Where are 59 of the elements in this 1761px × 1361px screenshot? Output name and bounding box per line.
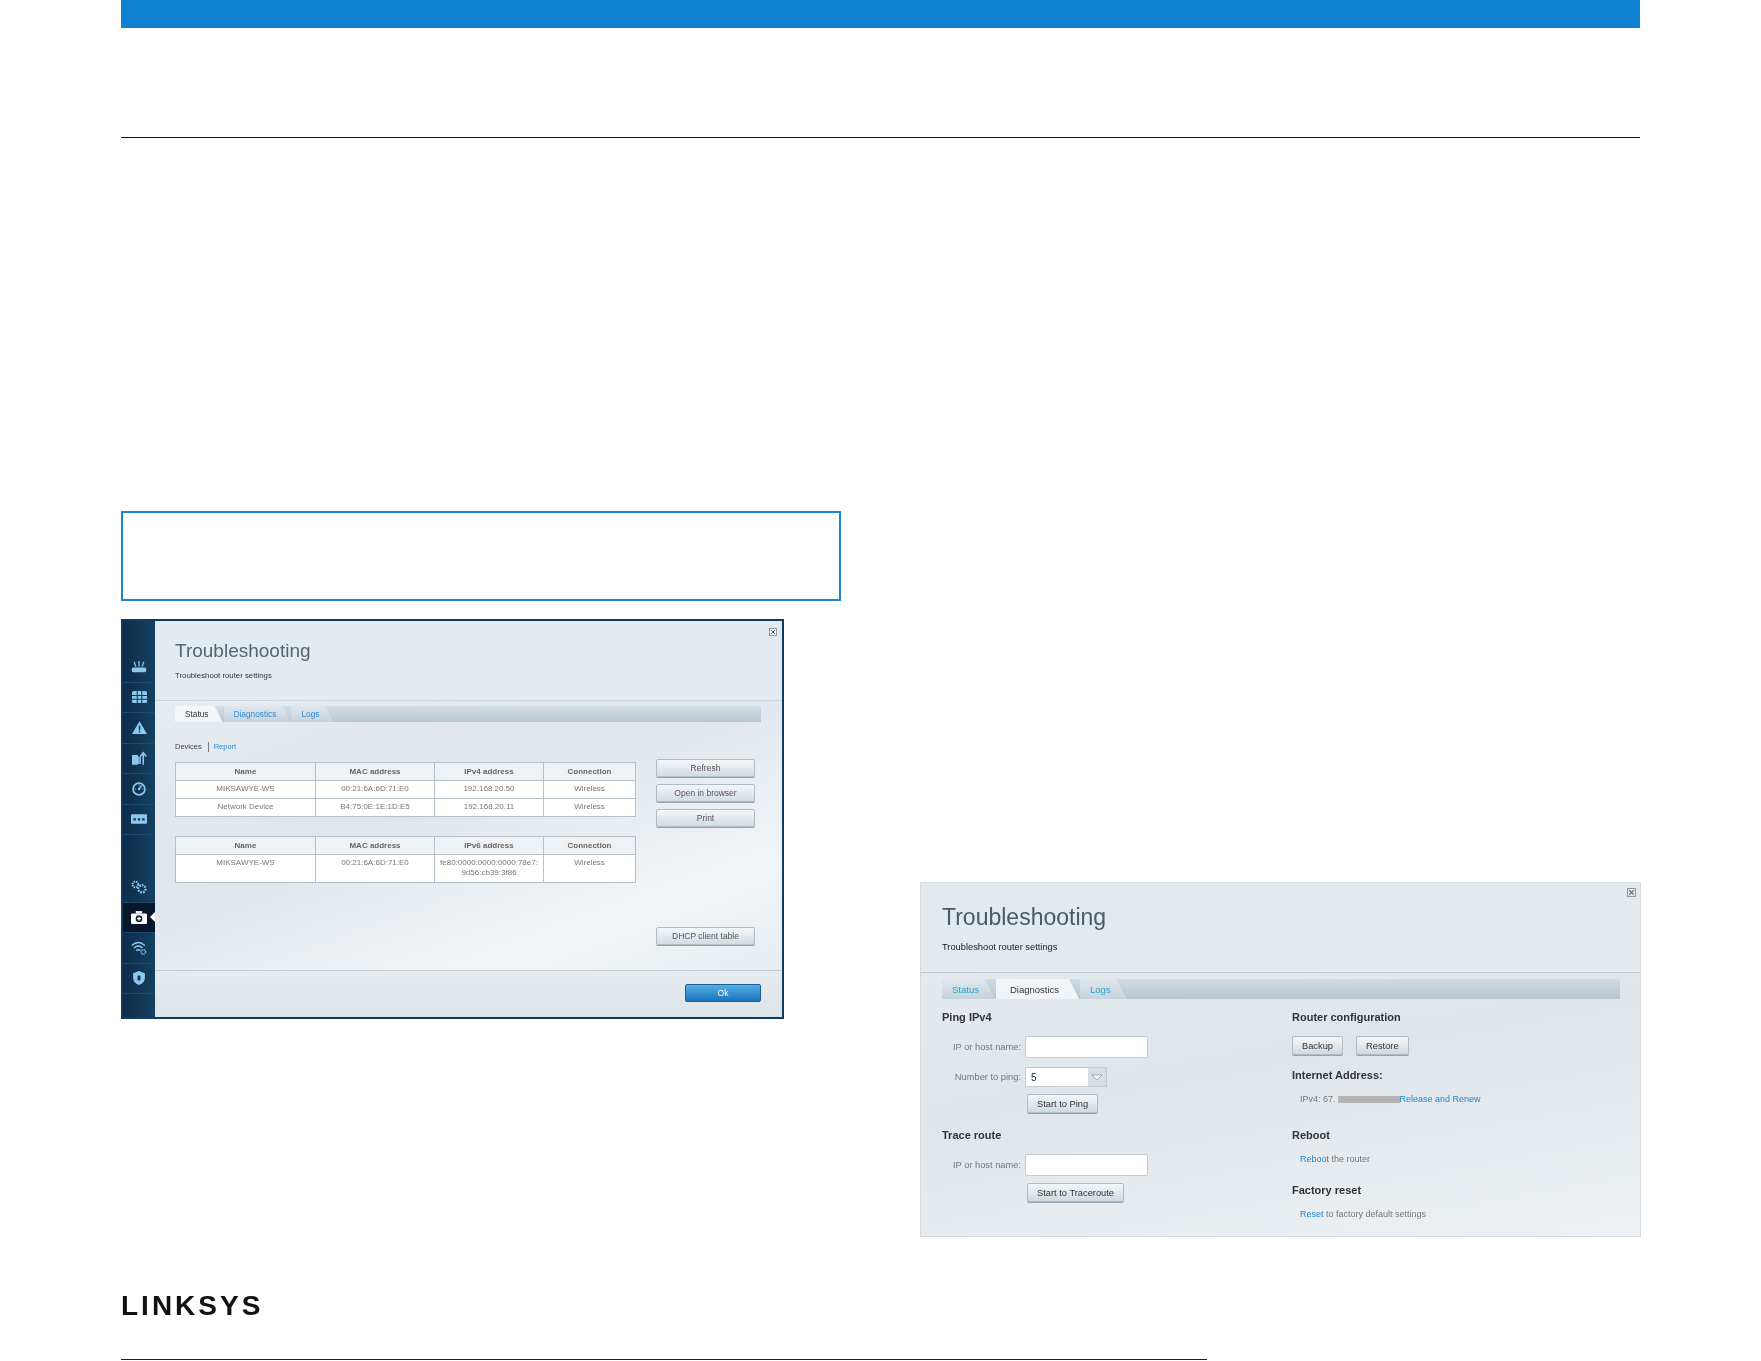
column-header: MAC address <box>315 836 435 855</box>
action-button[interactable]: Open in browser <box>656 784 755 802</box>
window-title: Troubleshooting <box>175 639 311 663</box>
field-label: Number to ping: <box>953 1072 1021 1082</box>
device-arrow-icon <box>131 751 147 766</box>
section-heading: Router configuration <box>1292 1010 1401 1024</box>
section-heading: Ping IPv4 <box>942 1010 992 1024</box>
window-subtitle: Troubleshoot router settings <box>942 941 1059 953</box>
action-link[interactable]: Reset <box>1300 1209 1324 1219</box>
table-cell: MIKSAWYE-WS <box>175 854 316 883</box>
gauge-icon <box>132 781 146 796</box>
action-button[interactable]: Refresh <box>656 759 755 777</box>
first-aid-kit-icon <box>131 910 147 924</box>
column-header: IPv6 address <box>434 836 544 855</box>
wifi-gear-icon <box>131 940 147 955</box>
warning-icon <box>131 721 147 735</box>
tab[interactable]: Status <box>175 706 223 722</box>
gears-icon <box>131 879 147 894</box>
action-sentence: Reboot the router <box>1299 1154 1371 1165</box>
grid-icon <box>131 691 147 704</box>
field-label: IP or host name: <box>951 1160 1021 1170</box>
action-button[interactable]: Restore <box>1356 1036 1409 1055</box>
column-header: Name <box>175 836 316 855</box>
table-cell: fe80:0000:0000:0000:78e7:9d56:cb39:3f86 <box>434 854 544 883</box>
ipv4-address-text: IPv4: 67. <box>1300 1094 1336 1105</box>
input-field[interactable] <box>1025 1036 1148 1058</box>
action-button[interactable]: Start to Ping <box>1027 1094 1099 1113</box>
table-cell: Wireless <box>543 854 636 883</box>
brand-logo: LINKSYS <box>121 1292 264 1320</box>
action-button[interactable]: DHCP client table <box>656 927 755 945</box>
section-heading: Trace route <box>942 1128 1002 1142</box>
column-header: Connection <box>543 762 636 781</box>
action-button[interactable]: Backup <box>1292 1036 1343 1055</box>
column-header: Name <box>175 762 316 781</box>
ok-button[interactable]: Ok <box>685 984 761 1002</box>
table-cell: 00:21:6A:6D:71:E0 <box>315 854 435 883</box>
column-header: MAC address <box>315 762 435 781</box>
shield-icon <box>133 971 145 986</box>
action-sentence: Reset to factory default settings <box>1299 1209 1427 1220</box>
column-header: Connection <box>543 836 636 855</box>
action-link[interactable]: Reboot <box>1300 1154 1330 1164</box>
ports-icon <box>131 814 147 825</box>
redacted-block <box>1337 1096 1400 1103</box>
action-button[interactable]: Print <box>656 809 755 827</box>
tab[interactable]: Diagnostics <box>995 979 1080 999</box>
dropdown-field[interactable]: 5 <box>1025 1067 1107 1087</box>
close-icon[interactable] <box>1627 888 1636 897</box>
router-icon <box>131 660 147 673</box>
section-heading: Factory reset <box>1292 1183 1362 1197</box>
release-renew-link[interactable]: Release and Renew <box>1399 1094 1481 1105</box>
section-heading: Internet Address: <box>1292 1068 1383 1082</box>
section-heading: Reboot <box>1292 1128 1330 1142</box>
sidebar-item[interactable] <box>123 902 155 933</box>
window-title: Troubleshooting <box>942 903 1107 931</box>
close-icon[interactable] <box>769 628 777 636</box>
input-field[interactable] <box>1025 1154 1148 1176</box>
field-label: IP or host name: <box>951 1042 1021 1052</box>
action-button[interactable]: Start to Traceroute <box>1027 1183 1124 1202</box>
column-header: IPv4 address <box>434 762 544 781</box>
